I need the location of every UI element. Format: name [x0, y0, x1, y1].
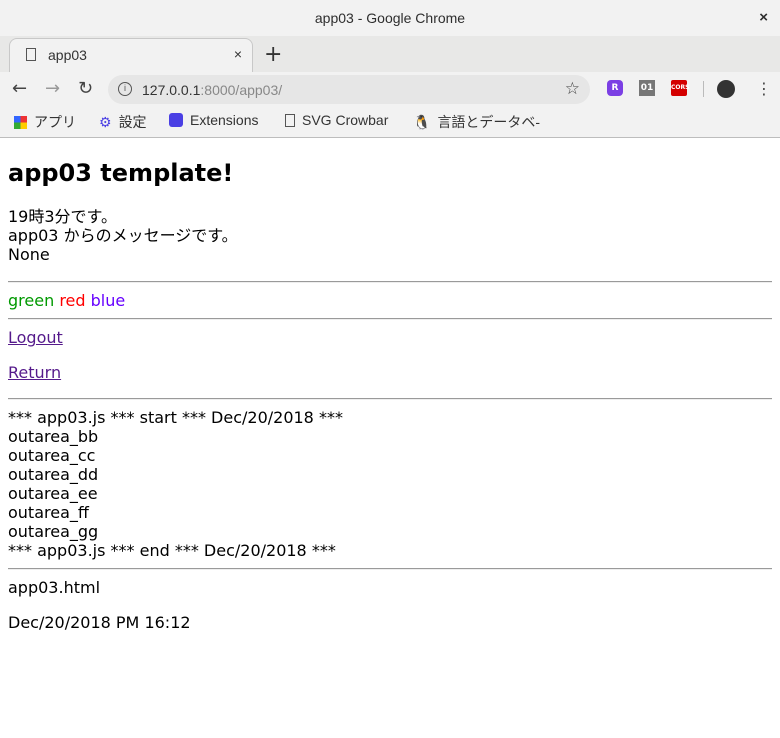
- message-text: app03 からのメッセージです。: [8, 226, 238, 245]
- gear-icon: ⚙: [99, 113, 112, 130]
- green-word: green: [8, 291, 55, 310]
- message-block: 19時3分です。 app03 からのメッセージです。 None: [8, 207, 772, 264]
- back-arrow-icon[interactable]: ←: [12, 78, 27, 99]
- penguin-icon: 🐧: [413, 113, 431, 130]
- toolbar-divider: [703, 81, 704, 97]
- output-area: *** app03.js *** start *** Dec/20/2018 *…: [8, 408, 772, 560]
- reload-icon[interactable]: ↻: [78, 78, 93, 99]
- bookmark-label: アプリ: [34, 114, 76, 130]
- document-icon: [26, 48, 36, 61]
- document-icon: [285, 113, 295, 127]
- page-title: app03 template!: [8, 159, 234, 187]
- menu-kebab-icon[interactable]: ⋮: [756, 79, 772, 98]
- value-text: None: [8, 245, 50, 264]
- output-line: outarea_bb: [8, 427, 99, 446]
- bookmark-label: Extensions: [190, 112, 259, 128]
- window-title: app03 - Google Chrome: [314, 10, 466, 26]
- browser-toolbar: ← → ↻ i 127.0.0.1:8000/app03/ ☆ R 01 COR…: [0, 72, 780, 106]
- divider: [8, 398, 772, 400]
- datetime-text: Dec/20/2018 PM 16:12: [8, 613, 191, 632]
- page-content: app03 template! 19時3分です。 app03 からのメッセージで…: [8, 139, 772, 632]
- red-word: red: [59, 291, 86, 310]
- return-link[interactable]: Return: [8, 363, 772, 382]
- output-line: outarea_ee: [8, 484, 98, 503]
- bookmark-label: SVG Crowbar: [302, 112, 389, 128]
- bookmark-apps[interactable]: アプリ: [14, 112, 76, 132]
- tab-close-button[interactable]: ×: [234, 46, 242, 62]
- output-line: outarea_ff: [8, 503, 89, 522]
- window-close-button[interactable]: ×: [759, 9, 768, 26]
- logout-link[interactable]: Logout: [8, 328, 772, 347]
- output-line: outarea_dd: [8, 465, 99, 484]
- apps-grid-icon: [14, 115, 27, 129]
- url-text[interactable]: 127.0.0.1:8000/app03/: [142, 82, 282, 98]
- info-icon[interactable]: i: [118, 82, 132, 96]
- divider: [8, 281, 772, 283]
- bookmark-svg-crowbar[interactable]: SVG Crowbar: [285, 112, 388, 128]
- bookmark-label: 設定: [118, 114, 147, 130]
- bookmark-label: 言語とデータベ-: [437, 114, 541, 130]
- extension-cors-icon[interactable]: CORS: [671, 80, 689, 96]
- output-line: *** app03.js *** start *** Dec/20/2018 *…: [8, 408, 343, 427]
- time-text: 19時3分です。: [8, 207, 117, 226]
- bookmark-extensions[interactable]: Extensions: [169, 112, 258, 128]
- tab-strip: app03 × +: [0, 36, 780, 72]
- profile-avatar-icon[interactable]: [717, 80, 735, 98]
- forward-arrow-icon[interactable]: →: [45, 78, 60, 99]
- output-line: outarea_gg: [8, 522, 99, 541]
- window-titlebar: app03 - Google Chrome ×: [0, 0, 780, 36]
- output-line: outarea_cc: [8, 446, 96, 465]
- bookmarks-bar: アプリ ⚙ 設定 Extensions SVG Crowbar 🐧 言語とデータ…: [0, 106, 780, 138]
- bookmark-language-db[interactable]: 🐧 言語とデータベ-: [413, 112, 540, 132]
- extension-01-icon[interactable]: 01: [639, 80, 655, 96]
- bookmark-star-icon[interactable]: ☆: [565, 79, 580, 99]
- bookmark-settings[interactable]: ⚙ 設定: [99, 112, 147, 132]
- filename-text: app03.html: [8, 578, 101, 597]
- extension-r-icon[interactable]: R: [607, 80, 623, 96]
- puzzle-icon: [169, 113, 183, 127]
- tab-title: app03: [48, 47, 87, 63]
- color-words: green red blue: [8, 291, 772, 310]
- output-line: *** app03.js *** end *** Dec/20/2018 ***: [8, 541, 336, 560]
- blue-word: blue: [90, 291, 126, 310]
- address-bar[interactable]: i 127.0.0.1:8000/app03/ ☆: [108, 75, 590, 104]
- divider: [8, 568, 772, 570]
- tab-app03[interactable]: app03 ×: [9, 38, 253, 72]
- new-tab-button[interactable]: +: [264, 42, 282, 67]
- divider: [8, 318, 772, 320]
